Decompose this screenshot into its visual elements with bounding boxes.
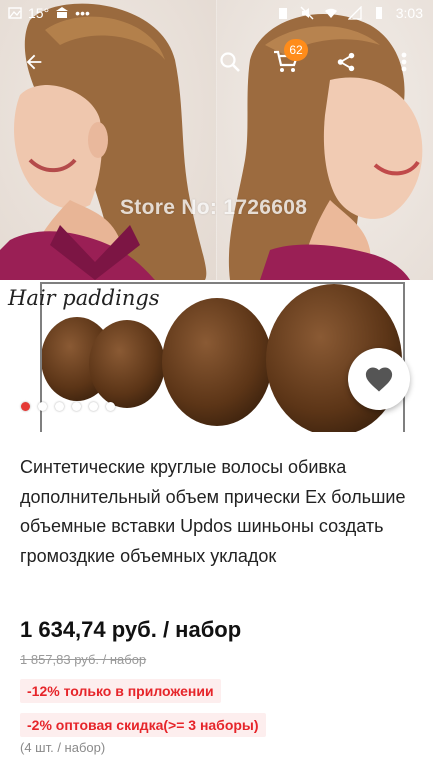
product-page: Store No: 1726608 Hair paddings 15° ••• …	[0, 0, 433, 770]
search-icon	[220, 52, 240, 72]
store-watermark: Store No: 1726608	[120, 196, 308, 219]
product-price: 1 634,74 руб. / набор	[20, 617, 242, 642]
temperature: 15°	[28, 5, 50, 21]
carousel-dot[interactable]	[55, 402, 64, 411]
carousel-dot[interactable]	[89, 402, 98, 411]
quantity-per-set: (4 шт. / набор)	[20, 740, 106, 755]
cart-count-badge: 62	[284, 39, 308, 61]
back-button[interactable]	[16, 44, 52, 80]
carousel-dot[interactable]	[106, 402, 115, 411]
battery-icon	[375, 7, 382, 19]
more-vertical-icon	[401, 52, 407, 72]
more-options-button[interactable]	[386, 44, 422, 80]
app-discount-badge: -12% только в приложении	[20, 679, 221, 703]
clock: 3:03	[395, 5, 423, 21]
arrow-left-icon	[26, 54, 42, 70]
share-button[interactable]	[328, 44, 364, 80]
bulk-discount-badge: -2% оптовая скидка(>= 3 наборы)	[20, 713, 266, 737]
heart-icon	[365, 367, 393, 392]
top-toolbar	[0, 36, 433, 88]
gallery-notification-icon	[8, 7, 22, 19]
carousel-dot[interactable]	[38, 402, 47, 411]
product-title: Синтетические круглые волосы обивка допо…	[20, 457, 406, 566]
status-bar: 15° ••• 3:03	[0, 0, 433, 28]
clipboard-icon	[278, 8, 287, 19]
no-signal-icon	[347, 6, 362, 20]
wifi-icon	[324, 8, 337, 18]
share-icon	[337, 52, 355, 72]
mute-icon	[300, 6, 314, 20]
original-price: 1 857,83 руб. / набор	[20, 652, 147, 667]
bank-icon	[56, 7, 69, 18]
carousel-dot[interactable]	[21, 402, 30, 411]
more-notifications-icon: •••	[75, 5, 90, 21]
carousel-indicator	[21, 402, 115, 411]
wishlist-button[interactable]	[348, 348, 410, 410]
gallery-caption: Hair paddings	[8, 286, 160, 310]
carousel-dot[interactable]	[72, 402, 81, 411]
search-button[interactable]	[212, 44, 248, 80]
